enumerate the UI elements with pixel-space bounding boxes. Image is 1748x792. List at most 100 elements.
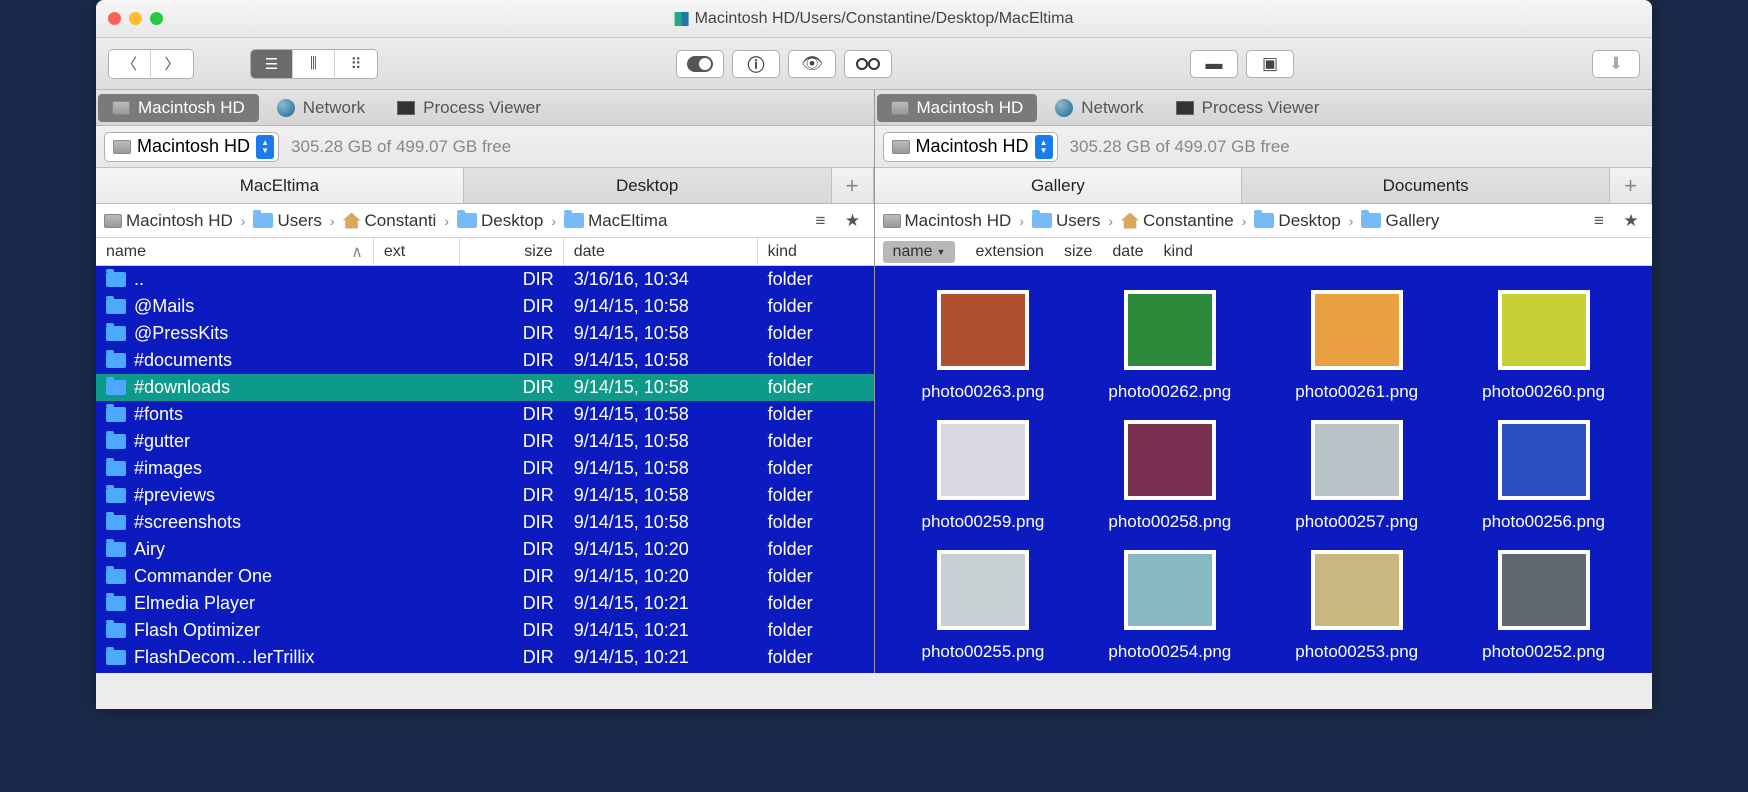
favorite-icon[interactable]: ★ [1618, 210, 1644, 232]
pane-tab[interactable]: Desktop [464, 168, 832, 203]
close-button[interactable] [108, 12, 121, 25]
file-date: 9/14/15, 10:58 [564, 377, 758, 398]
file-row[interactable]: #documentsDIR9/14/15, 10:58folder [96, 347, 874, 374]
breadcrumb-segment[interactable]: Users [1032, 211, 1100, 231]
monitor-icon [1176, 101, 1194, 115]
breadcrumb-segment[interactable]: MacEltima [564, 211, 667, 231]
col-date[interactable]: date [564, 238, 758, 265]
location-tab[interactable]: Network [261, 90, 381, 125]
file-name: #documents [134, 350, 232, 371]
folder-icon [106, 434, 126, 449]
search-button[interactable] [844, 50, 892, 78]
file-row[interactable]: FlashDecom…lerTrillixDIR9/14/15, 10:21fo… [96, 644, 874, 671]
gallery-item[interactable]: photo00253.png [1268, 550, 1445, 662]
gallery-item[interactable]: photo00257.png [1268, 420, 1445, 532]
favorite-icon[interactable]: ★ [840, 210, 866, 232]
breadcrumb-segment[interactable]: Macintosh HD [883, 211, 1012, 231]
quicklook-button[interactable]: 👁 [788, 50, 836, 78]
gallery-item[interactable]: photo00255.png [895, 550, 1072, 662]
sort-extension[interactable]: extension [975, 243, 1044, 261]
sort-name[interactable]: name▼ [883, 241, 956, 263]
col-size[interactable]: size [460, 238, 564, 265]
file-size: DIR [460, 566, 564, 587]
col-name[interactable]: name∧ [96, 238, 374, 265]
zoom-button[interactable] [150, 12, 163, 25]
network-drive-button[interactable]: ▣ [1246, 50, 1294, 78]
file-row[interactable]: @PressKitsDIR9/14/15, 10:58folder [96, 320, 874, 347]
file-row[interactable]: #downloadsDIR9/14/15, 10:58folder [96, 374, 874, 401]
thumbnail [1124, 550, 1216, 630]
add-tab-button[interactable]: + [1610, 168, 1652, 203]
gallery-item[interactable]: photo00263.png [895, 290, 1072, 402]
hidden-files-toggle[interactable] [676, 50, 724, 78]
breadcrumb-label: MacEltima [588, 211, 667, 231]
file-row[interactable]: #fontsDIR9/14/15, 10:58folder [96, 401, 874, 428]
file-row[interactable]: AiryDIR9/14/15, 10:20folder [96, 536, 874, 563]
list-toggle-icon[interactable]: ≡ [808, 210, 834, 232]
list-toggle-icon[interactable]: ≡ [1586, 210, 1612, 232]
file-row[interactable]: FolxDIR9/14/15, 10:21folder [96, 671, 874, 673]
location-tab[interactable]: Process Viewer [1160, 90, 1336, 125]
col-ext[interactable]: ext [374, 238, 460, 265]
gallery-item[interactable]: photo00258.png [1081, 420, 1258, 532]
col-kind[interactable]: kind [758, 238, 874, 265]
breadcrumb-segment[interactable]: Gallery [1361, 211, 1439, 231]
gallery-item[interactable]: photo00259.png [895, 420, 1072, 532]
file-row[interactable]: @MailsDIR9/14/15, 10:58folder [96, 293, 874, 320]
file-row[interactable]: #gutterDIR9/14/15, 10:58folder [96, 428, 874, 455]
download-button[interactable]: ⬇ [1592, 50, 1640, 78]
file-name: FlashDecom…lerTrillix [134, 647, 314, 668]
gallery-item[interactable]: photo00261.png [1268, 290, 1445, 402]
sort-date[interactable]: date [1112, 243, 1143, 261]
view-list-button[interactable]: ☰ [251, 50, 293, 78]
pane-tab[interactable]: Documents [1242, 168, 1610, 203]
chevron-right-icon: › [1349, 213, 1354, 229]
location-tab[interactable]: Macintosh HD [98, 94, 259, 122]
dropdown-arrows-icon: ▲▼ [256, 135, 274, 159]
location-tab[interactable]: Macintosh HD [877, 94, 1038, 122]
add-tab-button[interactable]: + [832, 168, 874, 203]
breadcrumb-label: Users [1056, 211, 1100, 231]
sort-size[interactable]: size [1064, 243, 1092, 261]
gallery-grid-right[interactable]: photo00263.pngphoto00262.pngphoto00261.p… [875, 266, 1653, 673]
pane-tab[interactable]: MacEltima [96, 168, 464, 203]
breadcrumb-segment[interactable]: Desktop [1254, 211, 1340, 231]
volume-selector-left[interactable]: Macintosh HD ▲▼ [104, 132, 279, 162]
breadcrumb-segment[interactable]: Constanti [343, 211, 437, 231]
gallery-item[interactable]: photo00256.png [1455, 420, 1632, 532]
file-row[interactable]: #screenshotsDIR9/14/15, 10:58folder [96, 509, 874, 536]
breadcrumb-segment[interactable]: Macintosh HD [104, 211, 233, 231]
file-name: .. [134, 269, 144, 290]
view-icons-button[interactable]: ⠿ [335, 50, 377, 78]
file-row[interactable]: Commander OneDIR9/14/15, 10:20folder [96, 563, 874, 590]
volume-selector-right[interactable]: Macintosh HD ▲▼ [883, 132, 1058, 162]
hd-icon [113, 140, 131, 154]
gallery-item[interactable]: photo00262.png [1081, 290, 1258, 402]
location-tab[interactable]: Process Viewer [381, 90, 557, 125]
breadcrumb-left: Macintosh HD›Users›Constanti›Desktop›Mac… [96, 204, 874, 238]
file-row[interactable]: #imagesDIR9/14/15, 10:58folder [96, 455, 874, 482]
file-list-left[interactable]: ..DIR3/16/16, 10:34folder@MailsDIR9/14/1… [96, 266, 874, 673]
back-button[interactable]: 〈 [109, 50, 151, 78]
view-columns-button[interactable]: ⫼ [293, 50, 335, 78]
breadcrumb-segment[interactable]: Constantine [1121, 211, 1234, 231]
info-button[interactable]: ⓘ [732, 50, 780, 78]
file-row[interactable]: Flash OptimizerDIR9/14/15, 10:21folder [96, 617, 874, 644]
file-row[interactable]: Elmedia PlayerDIR9/14/15, 10:21folder [96, 590, 874, 617]
sort-kind[interactable]: kind [1164, 243, 1193, 261]
breadcrumb-segment[interactable]: Desktop [457, 211, 543, 231]
archive-button[interactable]: ▬ [1190, 50, 1238, 78]
gallery-item[interactable]: photo00260.png [1455, 290, 1632, 402]
gallery-item[interactable]: photo00254.png [1081, 550, 1258, 662]
location-tab[interactable]: Network [1039, 90, 1159, 125]
file-size: DIR [460, 377, 564, 398]
forward-button[interactable]: 〉 [151, 50, 193, 78]
minimize-button[interactable] [129, 12, 142, 25]
breadcrumb-segment[interactable]: Users [253, 211, 321, 231]
file-row[interactable]: #previewsDIR9/14/15, 10:58folder [96, 482, 874, 509]
pane-tab[interactable]: Gallery [875, 168, 1243, 203]
commander-window: Macintosh HD/Users/Constantine/Desktop/M… [96, 0, 1652, 709]
file-row[interactable]: ..DIR3/16/16, 10:34folder [96, 266, 874, 293]
gallery-item[interactable]: photo00252.png [1455, 550, 1632, 662]
folder-icon [106, 623, 126, 638]
